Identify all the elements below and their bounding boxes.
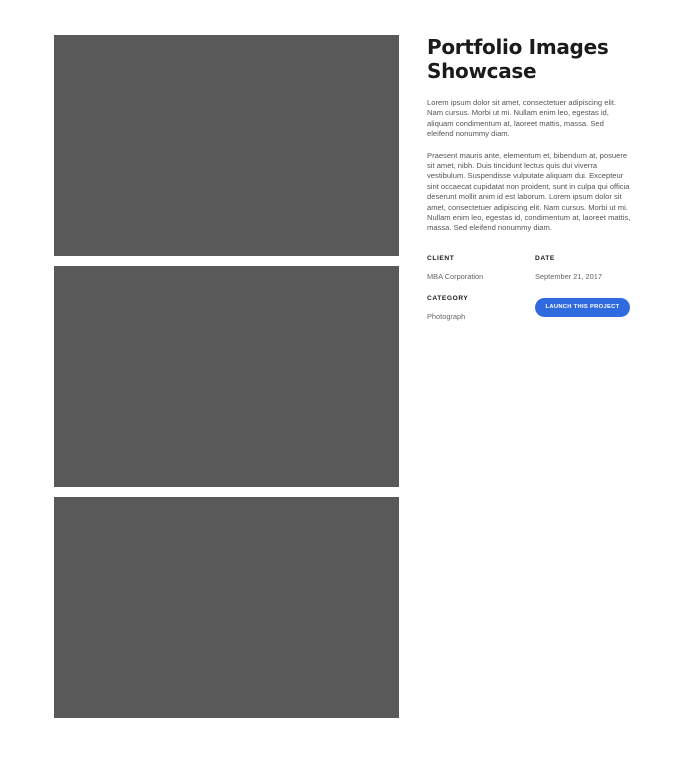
date-info: DATE September 21, 2017	[535, 255, 632, 281]
client-value: MBA Corporation	[427, 271, 484, 281]
category-info: CATEGORY Photograph	[427, 295, 535, 321]
page-title: Portfolio Images Showcase	[427, 35, 609, 83]
launch-project-button[interactable]: LAUNCH THIS PROJECT	[535, 297, 630, 317]
description-paragraph-2: Praesent mauris ante, elementum et, bibe…	[427, 150, 631, 233]
project-details: Portfolio Images Showcase Lorem ipsum do…	[427, 35, 632, 321]
description-paragraph-1: Lorem ipsum dolor sit amet, consectetuer…	[427, 98, 617, 139]
portfolio-image-2	[54, 266, 399, 487]
launch-wrapper: LAUNCH THIS PROJECT	[535, 295, 632, 321]
image-gallery	[54, 35, 399, 718]
category-value: Photograph	[427, 311, 466, 321]
category-label: CATEGORY	[427, 294, 469, 302]
client-label: CLIENT	[427, 254, 455, 262]
portfolio-image-3	[54, 497, 399, 718]
project-meta: CLIENT MBA Corporation DATE September 21…	[427, 255, 632, 321]
date-label: DATE	[535, 254, 555, 262]
date-value: September 21, 2017	[535, 271, 602, 281]
client-info: CLIENT MBA Corporation	[427, 255, 535, 281]
portfolio-image-1	[54, 35, 399, 256]
